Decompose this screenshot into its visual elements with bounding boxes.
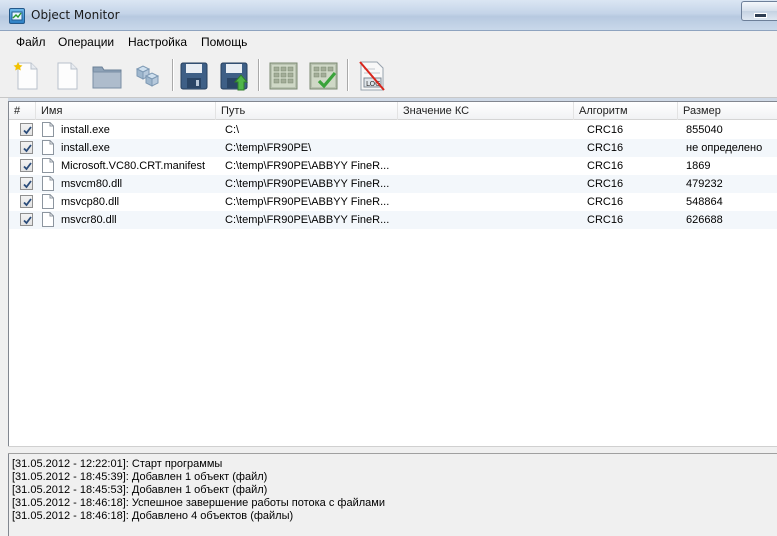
log-line: [31.05.2012 - 18:46:18]: Добавлено 4 объ…	[12, 510, 294, 522]
cell-name: Microsoft.VC80.CRT.manifest	[61, 160, 206, 172]
column-header-name[interactable]: Имя	[36, 102, 216, 120]
new-icon	[13, 62, 38, 90]
file-icon	[42, 212, 54, 227]
cell-name: msvcp80.dll	[61, 196, 120, 208]
menu-file[interactable]: Файл	[16, 35, 46, 49]
cell-size: 855040	[686, 124, 723, 136]
menu-bar: Файл Операции Настройка Помощь	[0, 31, 777, 52]
cell-algorithm: CRC16	[587, 124, 624, 136]
cell-size: 548864	[686, 196, 723, 208]
cell-name: install.exe	[61, 124, 110, 136]
log-line: [31.05.2012 - 18:45:39]: Добавлен 1 объе…	[12, 471, 268, 483]
table-row[interactable]: msvcr80.dll C:\temp\FR90PE\ABBYY FineR...…	[9, 211, 777, 229]
cell-algorithm: CRC16	[587, 160, 624, 172]
row-checkbox[interactable]	[20, 213, 33, 226]
check-icon	[23, 198, 32, 207]
minimize-button[interactable]	[741, 1, 777, 21]
verify-button[interactable]	[306, 57, 340, 93]
open-file-button[interactable]	[50, 57, 84, 93]
table-row[interactable]: Microsoft.VC80.CRT.manifest C:\temp\FR90P…	[9, 157, 777, 175]
column-header-path[interactable]: Путь	[216, 102, 398, 120]
verify-icon	[309, 62, 338, 90]
check-icon	[23, 162, 32, 171]
cell-size: 479232	[686, 178, 723, 190]
calculate-button[interactable]	[266, 57, 300, 93]
log-line: [31.05.2012 - 12:22:01]: Старт программы	[12, 458, 223, 470]
file-icon	[42, 176, 54, 191]
toolbar: LOG	[0, 52, 777, 98]
table-row[interactable]: msvcm80.dll C:\temp\FR90PE\ABBYY FineR...…	[9, 175, 777, 193]
log-line: [31.05.2012 - 18:46:18]: Успешное заверш…	[12, 497, 385, 509]
column-header-checksum[interactable]: Значение КС	[398, 102, 574, 120]
file-icon	[42, 158, 54, 173]
app-icon	[9, 8, 25, 24]
open-file-icon	[57, 62, 78, 90]
cell-algorithm: CRC16	[587, 142, 624, 154]
row-checkbox[interactable]	[20, 177, 33, 190]
cell-path: C:\temp\FR90PE\	[225, 142, 312, 154]
column-header-number[interactable]: #	[9, 102, 36, 120]
log-panel: [31.05.2012 - 12:22:01]: Старт программы…	[8, 454, 777, 536]
check-icon	[23, 216, 32, 225]
objects-button[interactable]	[131, 57, 165, 93]
new-button[interactable]	[10, 57, 44, 93]
title-bar: Object Monitor	[0, 0, 777, 31]
table-row[interactable]: msvcp80.dll C:\temp\FR90PE\ABBYY FineR...…	[9, 193, 777, 211]
row-checkbox[interactable]	[20, 195, 33, 208]
cell-name: msvcr80.dll	[61, 214, 117, 226]
cell-path: C:\temp\FR90PE\ABBYY FineR...	[225, 160, 390, 172]
cell-algorithm: CRC16	[587, 214, 624, 226]
cell-size: 626688	[686, 214, 723, 226]
toolbar-separator	[258, 59, 260, 91]
log-line: [31.05.2012 - 18:45:53]: Добавлен 1 объе…	[12, 484, 268, 496]
column-header-algorithm[interactable]: Алгоритм	[574, 102, 678, 120]
check-icon	[23, 180, 32, 189]
cell-size: не определено	[686, 142, 763, 154]
table-row[interactable]: install.exe C:\temp\FR90PE\ CRC16 не опреде…	[9, 139, 777, 157]
row-checkbox[interactable]	[20, 159, 33, 172]
row-checkbox[interactable]	[20, 141, 33, 154]
cell-path: C:\temp\FR90PE\ABBYY FineR...	[225, 196, 390, 208]
check-icon	[23, 126, 32, 135]
menu-operations[interactable]: Операции	[58, 35, 114, 49]
cell-path: C:\	[225, 124, 240, 136]
window-frame	[0, 98, 8, 536]
menu-settings[interactable]: Настройка	[128, 35, 187, 49]
window-title: Object Monitor	[31, 8, 120, 22]
log-icon: LOG	[359, 61, 385, 91]
open-folder-icon	[92, 66, 122, 89]
toolbar-separator	[347, 59, 349, 91]
cell-path: C:\temp\FR90PE\ABBYY FineR...	[225, 214, 390, 226]
cell-algorithm: CRC16	[587, 196, 624, 208]
cell-size: 1869	[686, 160, 711, 172]
toolbar-separator	[172, 59, 174, 91]
cell-path: C:\temp\FR90PE\ABBYY FineR...	[225, 178, 390, 190]
save-as-button[interactable]	[217, 57, 251, 93]
row-checkbox[interactable]	[20, 123, 33, 136]
calculate-icon	[269, 62, 298, 90]
log-button[interactable]: LOG	[355, 57, 389, 93]
objects-list[interactable]: # Имя Путь Значение КС Алгоритм Размер i…	[8, 101, 777, 446]
file-icon	[42, 122, 54, 137]
save-icon	[180, 62, 208, 90]
file-icon	[42, 194, 54, 209]
menu-help[interactable]: Помощь	[201, 35, 247, 49]
cell-algorithm: CRC16	[587, 178, 624, 190]
cell-name: install.exe	[61, 142, 110, 154]
table-row[interactable]: install.exe C:\ CRC16 855040	[9, 121, 777, 139]
cell-name: msvcm80.dll	[61, 178, 123, 190]
check-icon	[23, 144, 32, 153]
minimize-icon	[754, 13, 767, 18]
objects-icon	[135, 65, 160, 87]
file-icon	[42, 140, 54, 155]
splitter[interactable]	[8, 446, 777, 454]
column-header-size[interactable]: Размер	[678, 102, 777, 120]
save-as-icon	[220, 62, 249, 91]
save-button[interactable]	[177, 57, 211, 93]
list-header: # Имя Путь Значение КС Алгоритм Размер	[9, 102, 777, 120]
open-folder-button[interactable]	[90, 57, 124, 93]
